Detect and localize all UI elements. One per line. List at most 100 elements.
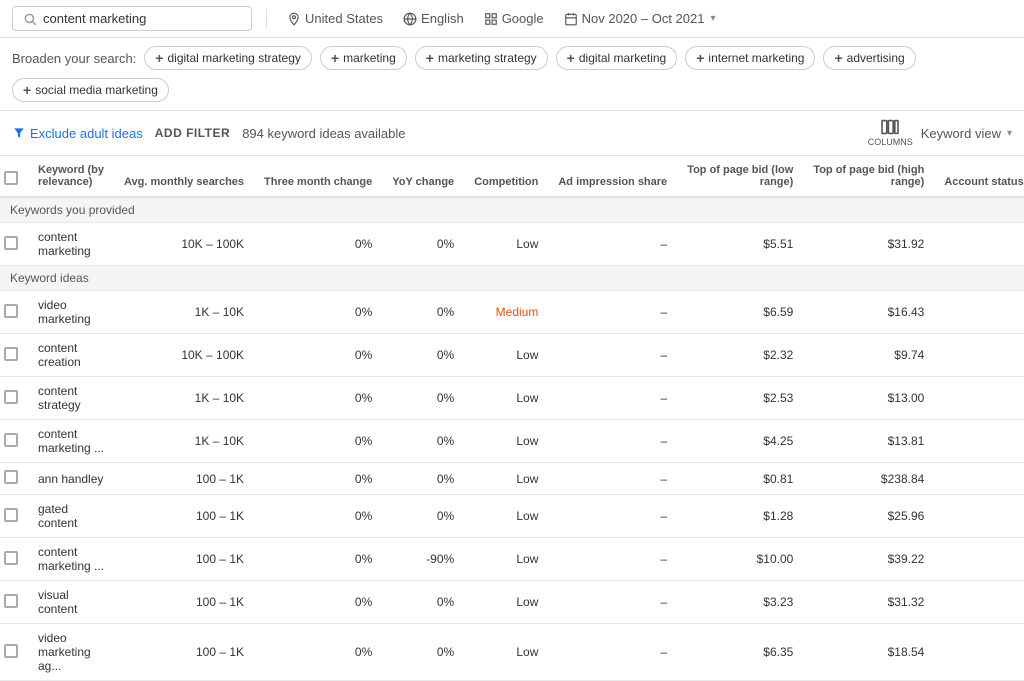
row-checkbox[interactable] xyxy=(4,644,18,658)
row-checkbox[interactable] xyxy=(0,223,28,266)
section-header-label: Keywords you provided xyxy=(0,197,1024,223)
chip-digital-marketing-strategy[interactable]: + digital marketing strategy xyxy=(144,46,312,70)
row-checkbox[interactable] xyxy=(0,377,28,420)
row-bid-low: $2.32 xyxy=(677,334,803,377)
exclude-adult-button[interactable]: Exclude adult ideas xyxy=(12,126,143,141)
row-checkbox[interactable] xyxy=(4,433,18,447)
columns-label: COLUMNS xyxy=(868,137,913,147)
row-checkbox[interactable] xyxy=(0,420,28,463)
row-checkbox[interactable] xyxy=(0,624,28,681)
row-checkbox[interactable] xyxy=(4,236,18,250)
chip-label: digital marketing xyxy=(579,51,666,65)
network-selector[interactable]: Google xyxy=(478,7,550,30)
table-row[interactable]: content creation10K – 100K0%0%Low–$2.32$… xyxy=(0,334,1024,377)
columns-button[interactable]: COLUMNS xyxy=(868,119,913,147)
section-header-row: Keyword ideas xyxy=(0,266,1024,291)
row-keyword: content marketing ... xyxy=(28,538,114,581)
chip-plus-icon: + xyxy=(834,50,842,66)
row-account-status xyxy=(934,420,1024,463)
table-row[interactable]: video marketing ag...100 – 1K0%0%Low–$6.… xyxy=(0,624,1024,681)
row-avg-monthly: 1K – 10K xyxy=(114,420,254,463)
chip-plus-icon: + xyxy=(426,50,434,66)
select-all-header[interactable] xyxy=(0,156,28,197)
chip-internet-marketing[interactable]: + internet marketing xyxy=(685,46,815,70)
chip-digital-marketing[interactable]: + digital marketing xyxy=(556,46,678,70)
row-avg-monthly: 100 – 1K xyxy=(114,463,254,495)
row-ad-impression: – xyxy=(548,463,677,495)
row-checkbox[interactable] xyxy=(4,390,18,404)
chip-advertising[interactable]: + advertising xyxy=(823,46,915,70)
chip-label: social media marketing xyxy=(35,83,158,97)
chip-marketing[interactable]: + marketing xyxy=(320,46,407,70)
row-account-status xyxy=(934,624,1024,681)
row-checkbox[interactable] xyxy=(0,581,28,624)
row-account-status xyxy=(934,223,1024,266)
chip-plus-icon: + xyxy=(155,50,163,66)
row-checkbox[interactable] xyxy=(4,551,18,565)
exclude-adult-label: Exclude adult ideas xyxy=(30,126,143,141)
broaden-label: Broaden your search: xyxy=(12,51,136,66)
row-keyword: video marketing xyxy=(28,291,114,334)
chip-label: advertising xyxy=(847,51,905,65)
row-competition: Low xyxy=(464,223,548,266)
table-row[interactable]: content marketing10K – 100K0%0%Low–$5.51… xyxy=(0,223,1024,266)
row-checkbox[interactable] xyxy=(0,538,28,581)
row-yoy: 0% xyxy=(382,223,464,266)
row-ad-impression: – xyxy=(548,538,677,581)
select-all-checkbox[interactable] xyxy=(4,171,18,185)
table-row[interactable]: ann handley100 – 1K0%0%Low–$0.81$238.84 xyxy=(0,463,1024,495)
row-checkbox[interactable] xyxy=(4,594,18,608)
date-range-selector[interactable]: Nov 2020 – Oct 2021 ▾ xyxy=(558,7,722,30)
network-label: Google xyxy=(502,11,544,26)
row-keyword: content marketing xyxy=(28,223,114,266)
row-bid-high: $16.43 xyxy=(803,291,934,334)
row-checkbox[interactable] xyxy=(0,495,28,538)
chip-social-media-marketing[interactable]: + social media marketing xyxy=(12,78,169,102)
row-three-month: 0% xyxy=(254,581,382,624)
col-ad-impression: Ad impression share xyxy=(548,156,677,197)
col-account-status: Account status xyxy=(934,156,1024,197)
row-three-month: 0% xyxy=(254,334,382,377)
row-ad-impression: – xyxy=(548,291,677,334)
row-checkbox[interactable] xyxy=(4,508,18,522)
row-account-status xyxy=(934,377,1024,420)
col-three-month: Three month change xyxy=(254,156,382,197)
date-range-label: Nov 2020 – Oct 2021 xyxy=(582,11,705,26)
row-competition: Low xyxy=(464,581,548,624)
table-row[interactable]: content marketing ...1K – 10K0%0%Low–$4.… xyxy=(0,420,1024,463)
row-yoy: -90% xyxy=(382,538,464,581)
keyword-view-button[interactable]: Keyword view ▾ xyxy=(921,126,1012,141)
add-filter-button[interactable]: ADD FILTER xyxy=(155,126,230,140)
row-ad-impression: – xyxy=(548,420,677,463)
chip-marketing-strategy[interactable]: + marketing strategy xyxy=(415,46,548,70)
row-checkbox[interactable] xyxy=(4,347,18,361)
table-row[interactable]: content marketing ...100 – 1K0%-90%Low–$… xyxy=(0,538,1024,581)
table-row[interactable]: video marketing1K – 10K0%0%Medium–$6.59$… xyxy=(0,291,1024,334)
search-box[interactable] xyxy=(12,6,252,31)
row-checkbox[interactable] xyxy=(4,470,18,484)
filter-funnel-icon xyxy=(12,126,26,140)
col-bid-low: Top of page bid (lowrange) xyxy=(677,156,803,197)
search-input[interactable] xyxy=(43,11,223,26)
row-three-month: 0% xyxy=(254,624,382,681)
chip-label: digital marketing strategy xyxy=(167,51,300,65)
section-header-label: Keyword ideas xyxy=(0,266,1024,291)
table-row[interactable]: content strategy1K – 10K0%0%Low–$2.53$13… xyxy=(0,377,1024,420)
search-icon xyxy=(23,12,37,26)
table-row[interactable]: visual content100 – 1K0%0%Low–$3.23$31.3… xyxy=(0,581,1024,624)
location-icon xyxy=(287,12,301,26)
table-row[interactable]: gated content100 – 1K0%0%Low–$1.28$25.96 xyxy=(0,495,1024,538)
row-ad-impression: – xyxy=(548,581,677,624)
divider xyxy=(266,9,267,29)
chip-plus-icon: + xyxy=(23,82,31,98)
row-checkbox[interactable] xyxy=(0,463,28,495)
row-account-status xyxy=(934,463,1024,495)
row-checkbox[interactable] xyxy=(0,291,28,334)
row-checkbox[interactable] xyxy=(4,304,18,318)
language-selector[interactable]: English xyxy=(397,7,470,30)
row-bid-high: $13.81 xyxy=(803,420,934,463)
location-selector[interactable]: United States xyxy=(281,7,389,30)
row-checkbox[interactable] xyxy=(0,334,28,377)
keyword-count: 894 keyword ideas available xyxy=(242,126,405,141)
row-account-status xyxy=(934,538,1024,581)
